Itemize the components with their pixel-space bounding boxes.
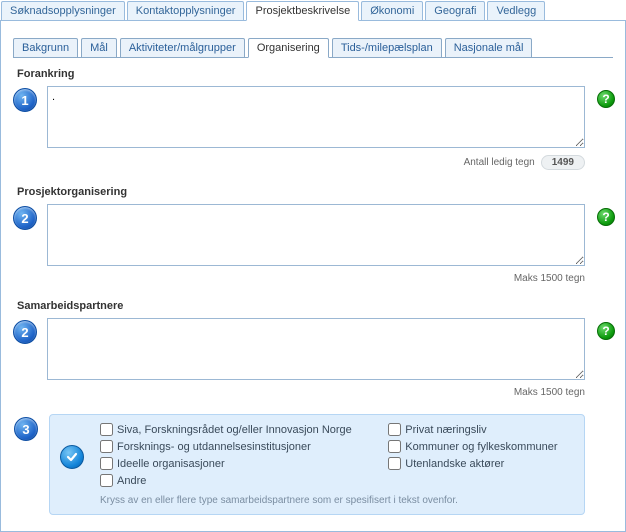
partner-check-utenlandske-input[interactable] <box>388 457 401 470</box>
partner-check-forskning-input[interactable] <box>100 440 113 453</box>
section-title-prosjektorganisering: Prosjektorganisering <box>17 186 613 198</box>
partner-types-box: 3 Siva, Forskningsrådet og/eller Innovas… <box>49 414 585 515</box>
subtab-mal[interactable]: Mål <box>81 38 117 58</box>
partner-check-privat[interactable]: Privat næringsliv <box>388 423 576 436</box>
forankring-textarea[interactable] <box>47 86 585 148</box>
section-prosjektorganisering: Prosjektorganisering ? 2 Maks 1500 tegn <box>13 186 613 284</box>
prosjektorganisering-textarea[interactable] <box>47 204 585 266</box>
tab-geografi[interactable]: Geografi <box>425 1 485 21</box>
partner-check-kommuner[interactable]: Kommuner og fylkeskommuner <box>388 440 576 453</box>
step-badge-3: 3 <box>14 417 38 441</box>
tab-kontaktopplysninger[interactable]: Kontaktopplysninger <box>127 1 245 21</box>
section-title-samarbeidspartnere: Samarbeidspartnere <box>17 300 613 312</box>
tab-content: Bakgrunn Mål Aktiviteter/målgrupper Orga… <box>0 21 626 532</box>
prosjektorganisering-limit-label: Maks 1500 tegn <box>514 273 585 284</box>
forankring-count-label: Antall ledig tegn <box>464 157 535 168</box>
forankring-count-value: 1499 <box>541 155 585 170</box>
help-icon[interactable]: ? <box>597 90 615 108</box>
help-icon[interactable]: ? <box>597 208 615 226</box>
partner-check-kommuner-input[interactable] <box>388 440 401 453</box>
step-badge-2: 2 <box>13 206 37 230</box>
partner-types-note: Kryss av en eller flere type samarbeidsp… <box>100 495 576 506</box>
subtab-aktiviteter[interactable]: Aktiviteter/målgrupper <box>120 38 245 58</box>
partner-check-privat-input[interactable] <box>388 423 401 436</box>
section-forankring: Forankring ? 1 Antall ledig tegn 1499 <box>13 68 613 170</box>
samarbeidspartnere-limit-row: Maks 1500 tegn <box>47 387 585 398</box>
partner-check-ideelle[interactable]: Ideelle organisasjoner <box>100 457 370 470</box>
prosjektorganisering-limit-row: Maks 1500 tegn <box>47 273 585 284</box>
check-complete-icon <box>60 445 84 469</box>
samarbeidspartnere-limit-label: Maks 1500 tegn <box>514 387 585 398</box>
step-badge-2b: 2 <box>13 320 37 344</box>
sub-tab-bar: Bakgrunn Mål Aktiviteter/målgrupper Orga… <box>13 37 613 58</box>
forankring-counter-row: Antall ledig tegn 1499 <box>47 155 585 170</box>
tab-soknadsopplysninger[interactable]: Søknadsopplysninger <box>1 1 125 21</box>
subtab-tidsplan[interactable]: Tids-/milepælsplan <box>332 38 442 58</box>
partner-check-ideelle-input[interactable] <box>100 457 113 470</box>
partner-check-utenlandske[interactable]: Utenlandske aktører <box>388 457 576 470</box>
partner-check-andre[interactable]: Andre <box>100 474 370 487</box>
tab-okonomi[interactable]: Økonomi <box>361 1 423 21</box>
help-icon[interactable]: ? <box>597 322 615 340</box>
partner-types-checks: Siva, Forskningsrådet og/eller Innovasjo… <box>100 423 576 487</box>
section-title-forankring: Forankring <box>17 68 613 80</box>
tab-vedlegg[interactable]: Vedlegg <box>487 1 545 21</box>
partner-check-siva[interactable]: Siva, Forskningsrådet og/eller Innovasjo… <box>100 423 370 436</box>
subtab-nasjonale-mal[interactable]: Nasjonale mål <box>445 38 533 58</box>
main-tab-bar: Søknadsopplysninger Kontaktopplysninger … <box>0 0 626 21</box>
tab-prosjektbeskrivelse[interactable]: Prosjektbeskrivelse <box>246 1 359 21</box>
step-badge-1: 1 <box>13 88 37 112</box>
subtab-bakgrunn[interactable]: Bakgrunn <box>13 38 78 58</box>
partner-check-siva-input[interactable] <box>100 423 113 436</box>
samarbeidspartnere-textarea[interactable] <box>47 318 585 380</box>
subtab-organisering[interactable]: Organisering <box>248 38 329 58</box>
section-samarbeidspartnere: Samarbeidspartnere ? 2 Maks 1500 tegn <box>13 300 613 398</box>
partner-check-forskning[interactable]: Forsknings- og utdannelsesinstitusjoner <box>100 440 370 453</box>
partner-check-andre-input[interactable] <box>100 474 113 487</box>
